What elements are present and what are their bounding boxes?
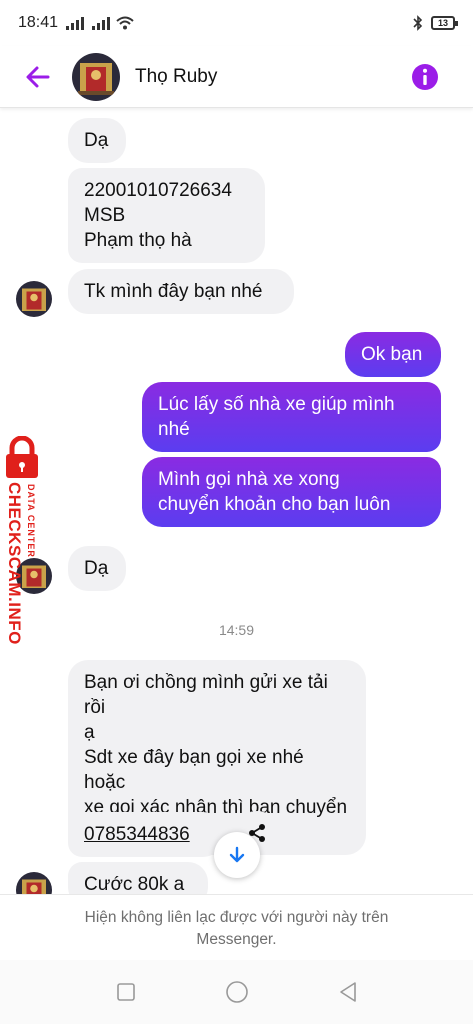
status-right: 13: [413, 15, 458, 31]
message-line: chuyển khoản cho bạn luôn: [158, 494, 391, 515]
message-list[interactable]: Dạ 22001010726634 MSB Phạm thọ hà Tk mìn…: [0, 109, 473, 894]
message-bubble[interactable]: 0785344836: [68, 812, 223, 857]
square-icon: [116, 983, 135, 1001]
system-nav-bar: [0, 960, 473, 1024]
message-line: Mình gọi nhà xe xong: [158, 469, 340, 490]
avatar-image: [16, 281, 52, 317]
message-line: Lúc lấy số nhà xe giúp mình: [158, 394, 395, 415]
message-line: Sdt xe đây bạn gọi xe nhé hoặc: [84, 747, 304, 793]
timestamp-separator: 14:59: [218, 622, 255, 638]
watermark-line2: CHECKSCAM.INFO: [5, 482, 24, 645]
message-text: Tk mình đây bạn nhé: [84, 281, 263, 302]
messenger-screen: 18:41 13 Thọ Ruby Dạ 22001010726634 MSB …: [0, 0, 473, 1024]
message-bubble[interactable]: Cước 80k a: [68, 862, 208, 894]
message-text: Dạ: [84, 558, 109, 579]
arrow-down-icon: [229, 846, 245, 863]
info-icon[interactable]: [411, 63, 439, 91]
message-bubble[interactable]: Mình gọi nhà xe xong chuyển khoản cho bạ…: [142, 457, 441, 527]
back-arrow-icon[interactable]: [22, 61, 54, 93]
contact-name[interactable]: Thọ Ruby: [135, 66, 217, 88]
avatar[interactable]: [16, 281, 52, 317]
message-bubble[interactable]: Dạ: [68, 546, 126, 591]
watermark: DATA CENTER CHECKSCAM.INFO: [2, 435, 50, 666]
chat-header: Thọ Ruby: [0, 46, 473, 108]
message-line: Phạm thọ hà: [84, 230, 192, 251]
phone-number-link[interactable]: 0785344836: [84, 824, 190, 845]
bluetooth-icon: [413, 15, 423, 31]
message-bubble[interactable]: 22001010726634 MSB Phạm thọ hà: [68, 168, 265, 263]
message-line: MSB: [84, 205, 126, 226]
message-line: ạ: [84, 722, 95, 743]
circle-icon: [225, 981, 248, 1003]
unavailable-notice: Hiện không liên lạc được với người này t…: [0, 894, 473, 960]
message-bubble[interactable]: Lúc lấy số nhà xe giúp mình nhé: [142, 382, 441, 452]
avatar-image: [72, 52, 120, 101]
back-button[interactable]: [335, 979, 361, 1005]
notice-line2: Messenger.: [196, 931, 277, 948]
message-line: 22001010726634: [84, 180, 232, 201]
wifi-icon: [116, 16, 134, 30]
avatar[interactable]: [72, 52, 120, 101]
signal-icon: [66, 16, 85, 30]
watermark-line1: DATA CENTER: [26, 484, 36, 558]
message-line: Bạn ơi chồng mình gửi xe tải rồi: [84, 672, 328, 718]
triangle-back-icon: [339, 982, 356, 1002]
status-time: 18:41: [18, 14, 59, 31]
message-bubble[interactable]: Dạ: [68, 118, 126, 163]
signal-icon-2: [92, 16, 111, 30]
scroll-to-bottom-button[interactable]: [214, 832, 260, 878]
home-button[interactable]: [224, 979, 250, 1005]
notice-line1: Hiện không liên lạc được với người này t…: [84, 909, 389, 926]
message-bubble[interactable]: Ok bạn: [345, 332, 441, 377]
message-bubble[interactable]: Tk mình đây bạn nhé: [68, 269, 294, 314]
message-text: Ok bạn: [361, 344, 423, 365]
avatar[interactable]: [16, 872, 52, 894]
avatar-image: [16, 872, 52, 894]
status-bar: 18:41 13: [0, 0, 473, 46]
message-text: Cước 80k a: [84, 874, 185, 894]
message-line: nhé: [158, 419, 190, 440]
battery-icon: 13: [431, 16, 458, 30]
message-text: Dạ: [84, 130, 109, 151]
recent-apps-button[interactable]: [113, 979, 139, 1005]
